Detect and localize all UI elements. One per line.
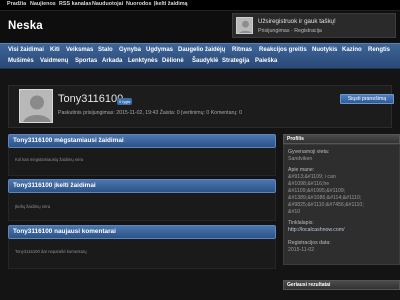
sidebar-profile-title: Profilis — [283, 134, 400, 144]
uploaded-section-title: Tony3116100 įkelti žaidimai — [8, 179, 276, 193]
registered-label: Registracijos data: — [288, 240, 331, 246]
menu-item-adventure[interactable]: Nuotykis — [312, 47, 337, 53]
menu-item-strategy[interactable]: Strategija — [222, 58, 249, 64]
menu-item-fighting[interactable]: Mušimės — [8, 58, 34, 64]
menu-item-racing[interactable]: Lenktynės — [128, 58, 158, 64]
comments-section-body: Tony3116100 dar neparašė komentarų — [8, 239, 276, 269]
category-menu: Visi žaidimai Kiti Veiksmas Stalo Gynyba… — [0, 43, 400, 69]
menu-item-casino[interactable]: Kazino — [342, 47, 362, 53]
menu-item-action[interactable]: Veiksmas — [66, 47, 93, 53]
site-logo[interactable]: Neska — [8, 20, 43, 32]
favorites-empty-text: Kol kas mėgstamiausių žaidimų nėra — [15, 157, 84, 162]
level-badge: 0 lygis — [117, 98, 133, 105]
menu-item-defense[interactable]: Gynyba — [119, 47, 141, 53]
uploaded-empty-text: Įkeltų žaidimų nėra — [15, 204, 51, 209]
website-label: Tinklalapis: — [288, 220, 314, 226]
sidebar-profile-body: Gyvenamoji vieta: Sandviken Apie mane: &… — [283, 144, 400, 265]
about-line: &#1109;&#1995;&#1109; — [288, 188, 346, 194]
city-label: Gyvenamoji vieta: — [288, 149, 330, 155]
menu-item-all-games[interactable]: Visi žaidimai — [8, 47, 44, 53]
comments-empty-text: Tony3116100 dar neparašė komentarų — [15, 249, 87, 254]
about-label: Apie mane: — [288, 167, 315, 173]
topnav-rss-link[interactable]: RSS kanalas — [59, 1, 91, 7]
website-link[interactable]: http://localcashnow.com/ — [288, 227, 345, 233]
user-stats: Paskutinis prisijungimas: 2015-11-02, 19… — [58, 110, 242, 116]
topnav-users-link[interactable]: Nauduotojai — [92, 1, 123, 7]
menu-item-other[interactable]: Kiti — [50, 47, 60, 53]
menu-item-board[interactable]: Stalo — [98, 47, 113, 53]
about-line: &#913;&#1109; i can — [288, 174, 336, 180]
menu-item-puzzle[interactable]: Dėlionė — [162, 58, 184, 64]
menu-item-multiplayer[interactable]: Daugelio žaidėjų — [178, 47, 225, 53]
menu-item-sports[interactable]: Sportas — [75, 58, 97, 64]
promo-title: Užsiregistruok ir gauk taškų! — [258, 18, 336, 25]
menu-item-education[interactable]: Ugdymas — [146, 47, 173, 53]
menu-item-shooter[interactable]: Šaudyklė — [192, 58, 218, 64]
menu-item-rhythm[interactable]: Ritmas — [232, 47, 252, 53]
topnav-upload-link[interactable]: Įkelti žaidimą — [154, 1, 188, 7]
register-promo-box: Užsiregistruok ir gauk taškų! Prisijungi… — [232, 13, 396, 38]
menu-item-arcade[interactable]: Arkada — [102, 58, 122, 64]
registered-value: 2015-11-02 — [288, 247, 315, 253]
menu-item-rpg[interactable]: Vaidmenų — [40, 58, 68, 64]
about-line: &#9825;&#1110;&#7456;&#1110; — [288, 202, 364, 208]
topnav-news-link[interactable]: Naujienos — [30, 1, 56, 7]
menu-item-dress-up[interactable]: Rengtis — [368, 47, 390, 53]
user-name: Tony3116100 — [58, 93, 124, 105]
comments-section-title: Tony3116100 naujausi komentarai — [8, 225, 276, 239]
city-value: Sandviken — [288, 156, 313, 162]
sidebar-best-results-title: Geriausi rezultatai — [283, 280, 400, 290]
send-message-button[interactable]: Siųsti pranešimą — [340, 94, 394, 104]
about-line: &#1098;&#116;he — [288, 181, 330, 187]
user-avatar-icon — [19, 89, 53, 123]
favorites-section-title: Tony3116100 mėgstamiausi žaidimai — [8, 134, 276, 148]
about-line: &#1389;&#1086;&#114;&#1110; — [288, 195, 362, 201]
promo-login-register-links[interactable]: Prisijungimas · Registracija — [258, 28, 322, 34]
favorites-section-body: Kol kas mėgstamiausių žaidimų nėra — [8, 148, 276, 176]
uploaded-section-body: Įkeltų žaidimų nėra — [8, 193, 276, 221]
top-navigation: Pradžia Naujienos RSS kanalas Nauduotoja… — [0, 0, 400, 11]
about-line: &#10 — [288, 209, 301, 215]
menu-item-reaction[interactable]: Reakcijos greitis — [259, 47, 307, 53]
topnav-home-link[interactable]: Pradžia — [7, 1, 26, 7]
topnav-links-link[interactable]: Nuorodos — [126, 1, 151, 7]
promo-avatar-icon — [236, 17, 253, 34]
profile-header: Tony3116100 0 lygis Paskutinis prisijung… — [8, 85, 394, 128]
menu-item-search[interactable]: Paieška — [255, 58, 277, 64]
